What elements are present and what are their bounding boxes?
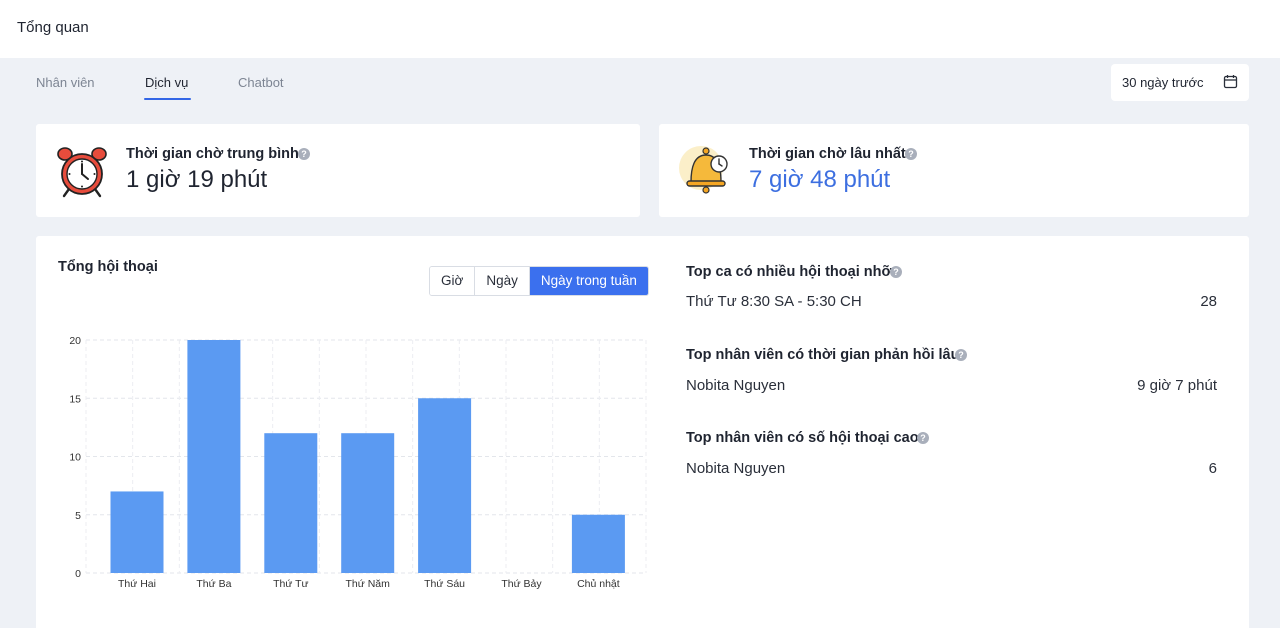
help-icon[interactable]: ? <box>917 432 929 444</box>
help-icon[interactable]: ? <box>890 266 902 278</box>
x-tick-label: Chủ nhật <box>577 578 620 590</box>
date-range-picker[interactable]: 30 ngày trước <box>1111 64 1249 101</box>
x-tick-label: Thứ Ba <box>196 578 231 590</box>
top-slow-agent-value: 9 giờ 7 phút <box>1137 377 1217 394</box>
top-missed-shift-value: 28 <box>1200 293 1217 310</box>
y-tick-label: 15 <box>69 393 81 405</box>
x-tick-label: Thứ Bảy <box>501 578 542 590</box>
calendar-icon <box>1223 75 1238 89</box>
help-icon[interactable]: ? <box>905 148 917 160</box>
top-missed-shift-name: Thứ Tư 8:30 SA - 5:30 CH <box>686 293 862 310</box>
x-tick-label: Thứ Năm <box>346 578 391 590</box>
date-range-label: 30 ngày trước <box>1122 75 1204 90</box>
y-tick-label: 20 <box>69 335 81 347</box>
x-tick-label: Thứ Sáu <box>424 578 465 590</box>
bar <box>187 340 241 573</box>
bar <box>571 514 625 573</box>
top-busy-agent-value: 6 <box>1208 460 1217 477</box>
y-tick-label: 5 <box>75 510 81 522</box>
max-wait-label: Thời gian chờ lâu nhất <box>749 146 906 162</box>
bar <box>418 398 472 573</box>
top-slow-agent-name: Nobita Nguyen <box>686 377 786 394</box>
y-tick-label: 0 <box>75 568 81 580</box>
x-tick-label: Thứ Tư <box>273 578 308 590</box>
top-missed-shift-title: Top ca có nhiều hội thoại nhỡ <box>686 264 892 280</box>
top-busy-agent-title: Top nhân viên có số hội thoại cao <box>686 430 919 446</box>
max-wait-value: 7 giờ 48 phút <box>749 166 891 193</box>
bar <box>110 491 164 573</box>
bar <box>341 433 395 573</box>
max-wait-card: Thời gian chờ lâu nhất ? 7 giờ 48 phút <box>659 124 1249 217</box>
x-tick-label: Thứ Hai <box>118 578 156 590</box>
conversations-bar-chart: 0 5 10 15 20 Thứ Hai Thứ Ba Thứ Tư Thứ Năm Thứ Sá… <box>69 335 647 590</box>
y-tick-label: 10 <box>69 452 81 464</box>
bell-icon <box>679 146 728 194</box>
bar <box>264 433 318 573</box>
top-slow-agent-title: Top nhân viên có thời gian phản hồi lâu <box>686 347 960 363</box>
top-busy-agent-name: Nobita Nguyen <box>686 460 786 477</box>
help-icon[interactable]: ? <box>955 349 967 361</box>
